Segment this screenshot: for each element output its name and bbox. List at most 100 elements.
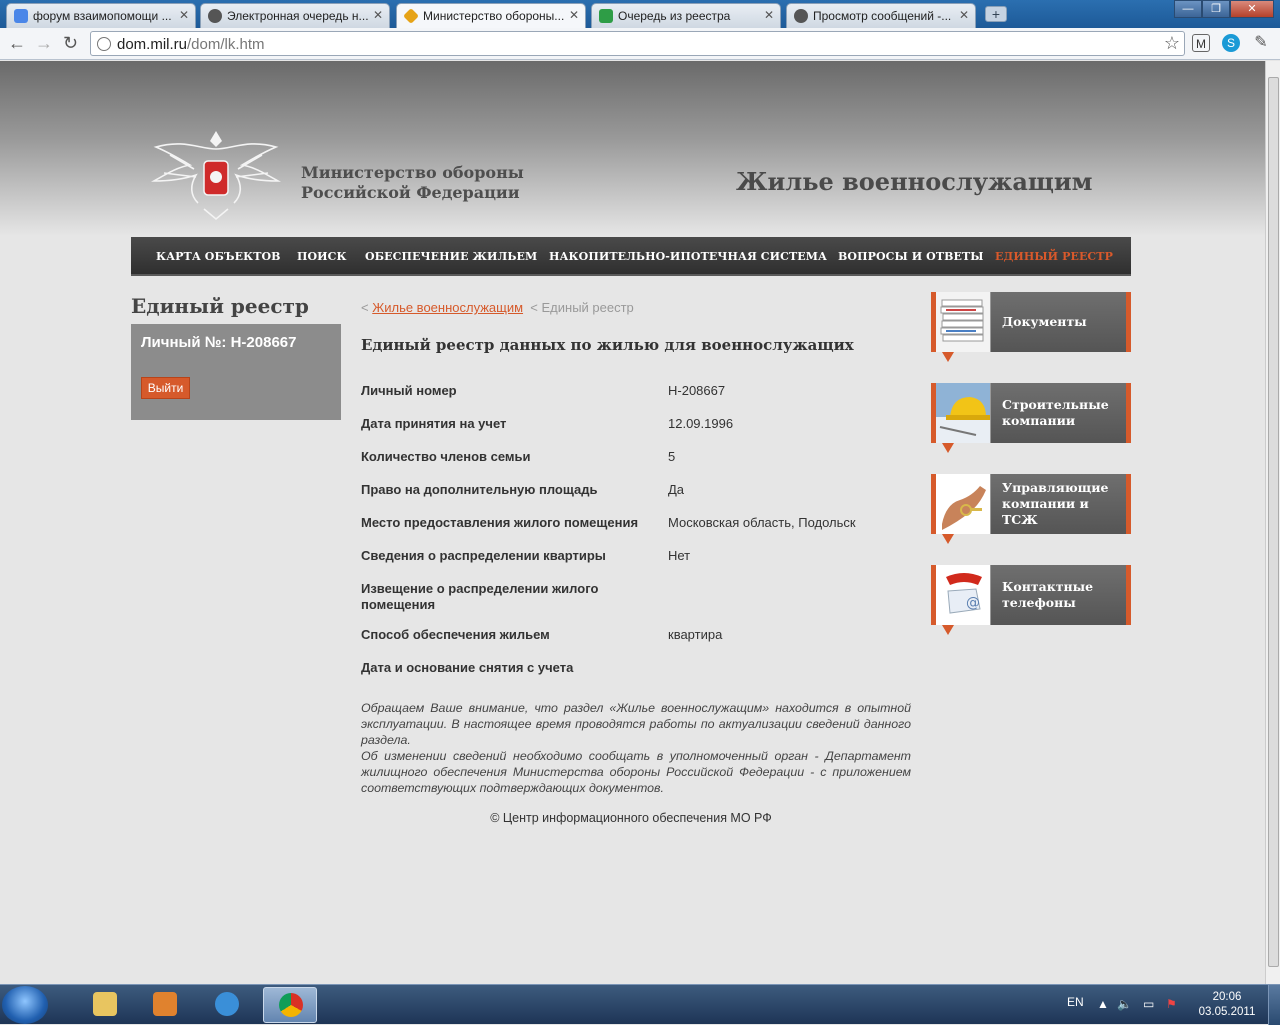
address-bar[interactable]: dom.mil.ru/dom/lk.htm ☆ [90,31,1185,56]
ministry-name[interactable]: Министерство обороны Российской Федераци… [301,163,524,203]
skype-icon[interactable]: S [1222,34,1240,52]
nav-housing[interactable]: ОБЕСПЕЧЕНИЕ ЖИЛЬЕМ [365,250,537,263]
nav-search[interactable]: ПОИСК [297,250,347,263]
browser-tab-bar: форум взаимопомощи ... ✕ Электронная оче… [0,0,1280,28]
tab-title: Просмотр сообщений -... [813,9,952,23]
notice-paragraph: Обращаем Ваше внимание, что раздел «Жиль… [361,701,911,747]
tile-management[interactable]: Управляющие компании и ТСЖ [931,474,1131,544]
network-icon[interactable]: ▭ [1143,997,1154,1011]
taskbar-media-player[interactable] [138,987,192,1023]
chrome-icon [279,993,303,1017]
show-desktop-button[interactable] [1268,985,1280,1025]
coat-of-arms-icon [150,131,282,221]
taskbar-explorer[interactable] [78,987,132,1023]
tab-queue[interactable]: Электронная очередь н... ✕ [200,3,390,28]
hardhat-icon [936,383,991,443]
row-value: 5 [668,449,676,464]
breadcrumb-link-home[interactable]: Жилье военнослужащим [372,300,523,315]
tile-construction[interactable]: Строительные компании [931,383,1131,453]
row-value: Н-208667 [668,383,726,398]
language-indicator[interactable]: EN [1067,995,1084,1009]
logout-button[interactable]: Выйти [141,377,190,399]
row-label: Извещение о распределении жилого помещен… [361,581,599,612]
vertical-scrollbar[interactable] [1265,61,1280,984]
copyright: © Центр информационного обеспечения МО Р… [490,811,772,825]
close-icon[interactable]: ✕ [373,8,383,22]
reload-icon[interactable]: ↻ [63,33,78,54]
start-button[interactable] [2,986,48,1024]
sheet-icon [599,9,613,23]
close-icon[interactable]: ✕ [764,8,774,22]
windows-taskbar: EN ▲ 🔈 ▭ ⚑ 20:06 03.05.2011 [0,984,1280,1025]
nav-faq[interactable]: ВОПРОСЫ И ОТВЕТЫ [838,250,984,263]
forward-icon[interactable]: → [35,33,53,54]
breadcrumb-current: Единый реестр [541,300,634,315]
row-label: Дата и основание снятия с учета [361,660,574,675]
tile-pointer [942,534,954,544]
row-label: Место предоставления жилого помещения [361,515,639,530]
nav-mortgage[interactable]: НАКОПИТЕЛЬНО-ИПОТЕЧНАЯ СИСТЕМА [549,250,827,263]
back-icon[interactable]: ← [8,33,26,54]
close-window-button[interactable]: ✕ [1230,0,1274,18]
documents-icon [936,292,991,352]
action-center-icon[interactable]: ⚑ [1166,997,1177,1011]
tile-label: Строительные компании [1002,397,1109,428]
globe-icon [97,37,111,51]
taskbar-internet-explorer[interactable] [200,987,254,1023]
close-icon[interactable]: ✕ [959,8,969,22]
nav-registry[interactable]: ЕДИНЫЙ РЕЕСТР [995,250,1113,263]
tab-ministry[interactable]: Министерство обороны... ✕ [396,3,586,28]
keys-hand-icon [936,474,991,534]
window-controls: — ❐ ✕ [1174,0,1274,18]
show-hidden-icons-icon[interactable]: ▲ [1097,997,1109,1011]
row-label: Право на дополнительную площадь [361,482,598,497]
tab-registry-queue[interactable]: Очередь из реестра ✕ [591,3,781,28]
page-title: Единый реестр данных по жилью для военно… [361,336,854,354]
folder-icon [93,992,117,1016]
notice-paragraph: Об изменении сведений необходимо сообщат… [361,749,911,795]
row-value: 12.09.1996 [668,416,734,431]
tile-contacts[interactable]: @ Контактные телефоны [931,565,1131,635]
scrollbar-thumb[interactable] [1268,77,1279,967]
wrench-icon[interactable]: ✎ [1252,34,1270,52]
hat-icon [208,9,222,23]
close-icon[interactable]: ✕ [569,8,579,22]
tab-forum[interactable]: форум взаимопомощи ... ✕ [6,3,196,28]
hat-icon [794,9,808,23]
taskbar-chrome[interactable] [263,987,317,1023]
volume-icon[interactable]: 🔈 [1117,997,1132,1011]
extension-m-icon[interactable]: M [1192,34,1210,52]
tab-title: форум взаимопомощи ... [33,9,172,23]
tab-messages[interactable]: Просмотр сообщений -... ✕ [786,3,976,28]
tile-label: Документы [1002,314,1087,329]
tile-pointer [942,625,954,635]
tab-title: Министерство обороны... [423,9,565,23]
row-value: Нет [668,548,691,563]
tile-pointer [942,352,954,362]
internet-explorer-icon [215,992,239,1016]
row-label: Сведения о распределении квартиры [361,548,606,563]
tab-title: Очередь из реестра [618,9,731,23]
row-label: Личный номер [361,383,457,398]
clock[interactable]: 20:06 03.05.2011 [1196,990,1258,1020]
svg-text:@: @ [966,595,980,611]
media-player-icon [153,992,177,1016]
tile-documents[interactable]: Документы [931,292,1131,362]
nav-map[interactable]: КАРТА ОБЪЕКТОВ [156,250,281,263]
clock-time: 20:06 [1212,991,1242,1003]
bookmark-star-icon[interactable]: ☆ [1164,33,1180,54]
url-text: dom.mil.ru/dom/lk.htm [117,36,265,53]
tile-label: Контактные телефоны [1002,579,1094,610]
minimize-button[interactable]: — [1174,0,1202,18]
row-label: Количество членов семьи [361,449,531,464]
sidebar-title: Единый реестр [131,294,309,318]
maximize-button[interactable]: ❐ [1202,0,1230,18]
site-header: Министерство обороны Российской Федераци… [0,61,1265,236]
breadcrumb: < Жилье военнослужащим < Единый реестр [361,300,634,315]
main-nav: КАРТА ОБЪЕКТОВ ПОИСК ОБЕСПЕЧЕНИЕ ЖИЛЬЕМ … [131,237,1131,276]
browser-toolbar: ← → ↻ dom.mil.ru/dom/lk.htm ☆ M S ✎ [0,28,1280,60]
tile-label: Управляющие компании и ТСЖ [1002,480,1109,527]
row-value: Да [668,482,685,497]
close-icon[interactable]: ✕ [179,8,189,22]
new-tab-button[interactable]: + [985,6,1007,22]
